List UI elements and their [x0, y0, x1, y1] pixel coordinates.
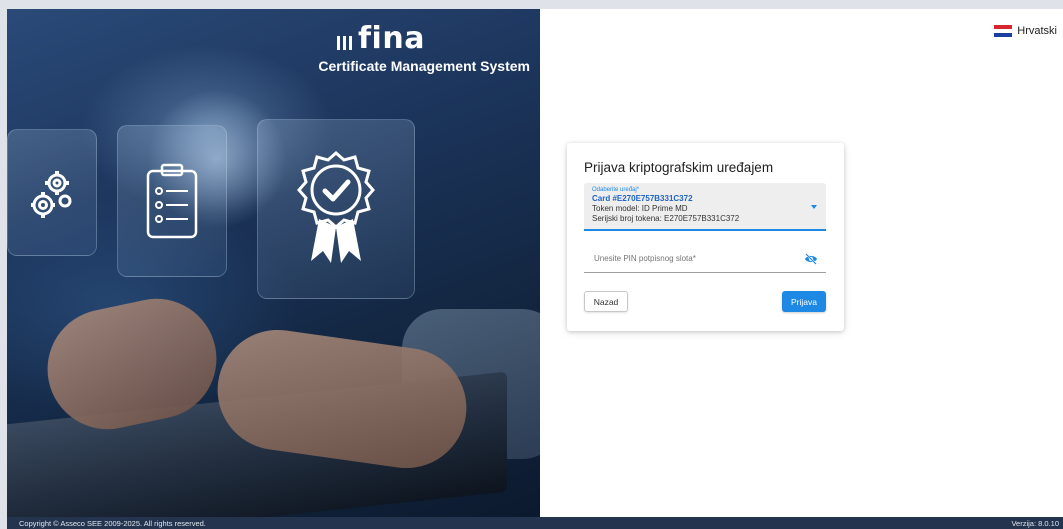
chevron-down-icon[interactable]: [811, 205, 817, 209]
token-serial-text: Serijski broj tokena: E270E757B331C372: [592, 214, 740, 223]
gears-card: [7, 129, 97, 256]
fina-logo: fina: [337, 21, 425, 56]
gears-icon: [31, 170, 72, 218]
footer: Copyright © Asseco SEE 2009-2025. All ri…: [7, 517, 1063, 529]
copyright-text: Copyright © Asseco SEE 2009-2025. All ri…: [19, 519, 206, 528]
app-subtitle: Certificate Management System: [318, 58, 530, 74]
device-select-label: Odaberite uređaj*: [592, 187, 640, 193]
logo-bars-icon: [337, 35, 352, 50]
award-badge-icon: [297, 151, 375, 263]
pin-field[interactable]: [584, 247, 826, 273]
token-model-text: Token model: ID Prime MD: [592, 204, 688, 213]
clipboard-checklist-icon: [146, 163, 198, 239]
eye-off-icon[interactable]: [804, 253, 818, 265]
pin-input[interactable]: [592, 253, 796, 264]
version-text: Verzija: 8.0.10: [1011, 519, 1059, 528]
certificate-card: [257, 119, 415, 299]
logo-text: fina: [358, 21, 425, 56]
language-label: Hrvatski: [1017, 25, 1057, 37]
hero-panel: fina Certificate Management System: [7, 9, 540, 517]
device-select-value: Card #E270E757B331C372: [592, 194, 693, 203]
login-panel: Prijava kriptografskim uređajem Odaberit…: [567, 143, 844, 331]
login-title: Prijava kriptografskim uređajem: [584, 160, 774, 175]
back-button[interactable]: Nazad: [584, 291, 628, 312]
checklist-card: [117, 125, 227, 277]
login-button[interactable]: Prijava: [782, 291, 826, 312]
croatia-flag-icon: [994, 25, 1013, 37]
device-select[interactable]: Odaberite uređaj* Card #E270E757B331C372…: [584, 183, 826, 231]
language-selector[interactable]: Hrvatski: [994, 25, 1057, 37]
app-window: fina Certificate Management System Hrvat…: [7, 9, 1063, 529]
